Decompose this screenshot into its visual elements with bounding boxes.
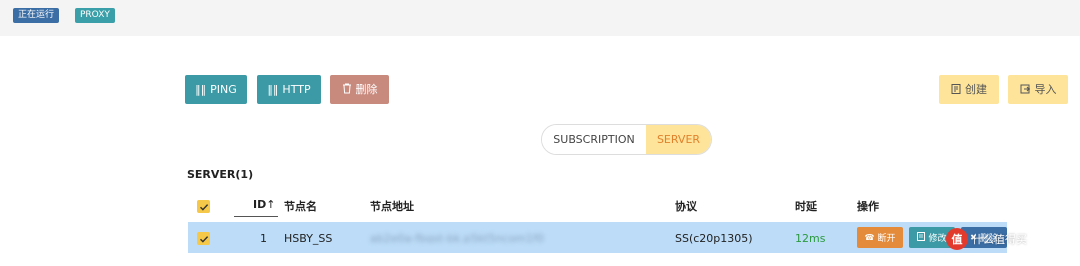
edit-button-label: 修改 (928, 234, 947, 244)
column-header-address: 节点地址 (370, 200, 414, 213)
http-button[interactable]: ‖‖ HTTP (257, 75, 321, 104)
column-header-id-label: ID (253, 198, 267, 211)
sort-underline (234, 216, 278, 217)
column-header-protocol: 协议 (675, 200, 697, 213)
http-button-label: HTTP (282, 83, 311, 96)
create-button[interactable]: 创建 (939, 75, 999, 104)
import-button[interactable]: 导入 (1008, 75, 1068, 104)
trash-icon (342, 83, 352, 96)
signal-icon: ‖‖ (195, 83, 207, 96)
delete-button[interactable]: 删除 (330, 75, 389, 104)
section-title: SERVER(1) (187, 168, 254, 181)
delete-button-label: 删除 (355, 83, 378, 96)
edit-icon (917, 231, 926, 244)
signal-icon: ‖‖ (267, 83, 279, 96)
ping-button-label: PING (210, 83, 237, 96)
watermark: 值 什么值得买 (946, 228, 1027, 250)
phone-icon: ☎ (864, 233, 875, 242)
proxy-mode-badge[interactable]: PROXY (75, 8, 115, 23)
import-button-label: 导入 (1034, 83, 1057, 96)
column-header-id[interactable]: ID↑ (253, 198, 275, 211)
row-latency: 12ms (795, 232, 826, 245)
check-icon (199, 235, 208, 243)
row-node-address: ab2e0a-fbgst-bk.p5kt5ncom1f0 (370, 232, 544, 243)
view-toggle: SUBSCRIPTION SERVER (541, 124, 712, 155)
tab-server[interactable]: SERVER (646, 125, 711, 154)
disconnect-button-label: 断开 (877, 234, 896, 244)
row-protocol: SS(c20p1305) (675, 232, 753, 245)
watermark-text: 什么值得买 (972, 233, 1027, 246)
row-checkbox[interactable] (197, 232, 210, 245)
sort-asc-icon: ↑ (266, 198, 276, 211)
check-icon (199, 203, 208, 211)
row-id: 1 (260, 232, 267, 245)
clipboard-icon (951, 83, 961, 96)
select-all-checkbox[interactable] (197, 200, 210, 213)
column-header-name: 节点名 (284, 200, 317, 213)
running-status-badge: 正在运行 (13, 8, 60, 23)
disconnect-button[interactable]: ☎ 断开 (857, 227, 903, 248)
watermark-logo-icon: 值 (946, 228, 968, 250)
import-icon (1020, 84, 1031, 96)
ping-button[interactable]: ‖‖ PING (185, 75, 247, 104)
top-status-bar: 正在运行 PROXY (0, 0, 1080, 36)
create-button-label: 创建 (965, 83, 987, 96)
column-header-latency: 时延 (795, 200, 817, 213)
tab-subscription[interactable]: SUBSCRIPTION (542, 125, 646, 154)
column-header-actions: 操作 (857, 200, 879, 213)
row-node-name: HSBY_SS (284, 232, 333, 245)
